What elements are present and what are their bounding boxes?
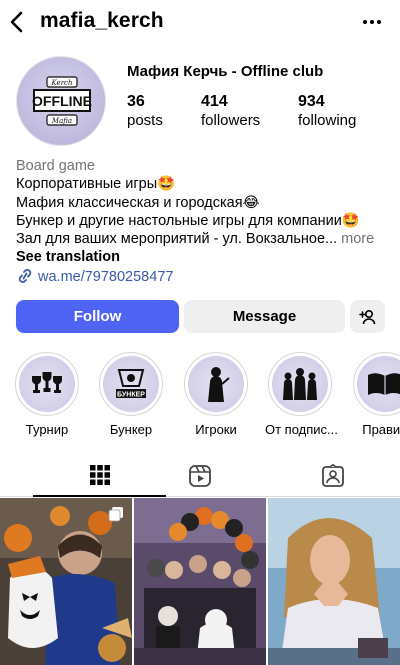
follow-button[interactable]: Follow [16, 300, 179, 333]
book-icon [368, 373, 400, 395]
highlight-item[interactable]: БУНКЕР Бункер [96, 352, 166, 437]
post-photo [268, 498, 400, 665]
stat-posts-value: 36 [127, 93, 145, 110]
post-thumbnail[interactable] [134, 498, 266, 665]
highlight-label: Бункер [109, 422, 153, 437]
more-options-icon[interactable] [360, 10, 384, 34]
bunker-logo-icon: БУНКЕР [116, 369, 146, 399]
trophies-icon [32, 372, 62, 393]
stat-posts-label: posts [127, 112, 163, 129]
bio-line: Мафия классическая и городская😂 [16, 194, 260, 211]
add-person-icon [358, 309, 375, 324]
bio-line: Зал для ваших мероприятий - ул. Вокзальн… [16, 231, 338, 248]
highlight-label: Игроки [195, 422, 237, 437]
bio-category: Board game [16, 158, 95, 174]
profile-tabs [0, 455, 400, 497]
highlight-item[interactable]: От подпис... [265, 352, 338, 437]
posts-grid [0, 498, 400, 665]
bio-link-text: wa.me/79780258477 [38, 268, 174, 285]
stat-following-label: following [298, 112, 357, 129]
highlight-label: От подпис... [265, 422, 338, 437]
player-icon [208, 367, 230, 402]
offline-club-logo: Kerch OFFLINE Mafia [32, 76, 92, 126]
bio-line: Корпоративные игры🤩 [16, 176, 176, 193]
suggested-accounts-button[interactable] [350, 300, 385, 333]
profile-display-name: Мафия Керчь - Offline club [127, 63, 324, 80]
tab-reels[interactable] [133, 455, 266, 497]
back-arrow-icon[interactable] [6, 9, 28, 35]
stat-followers-value: 414 [201, 93, 228, 110]
post-photo [0, 498, 132, 665]
stat-following-value: 934 [298, 93, 325, 110]
people-group-icon [283, 368, 317, 400]
post-thumbnail[interactable] [268, 498, 400, 665]
stat-followers-label: followers [201, 112, 261, 129]
avatar-logo-top: Kerch [51, 79, 73, 87]
bio-line-truncated: Зал для ваших мероприятий - ул. Вокзальн… [16, 230, 388, 248]
message-button[interactable]: Message [184, 300, 345, 333]
stat-following[interactable]: 934 following [298, 92, 356, 130]
bio-line: Бункер и другие настольные игры для комп… [16, 212, 360, 229]
carousel-icon [108, 507, 123, 522]
highlight-logo-text: БУНКЕР [117, 392, 145, 399]
see-translation-link[interactable]: See translation [16, 248, 388, 266]
top-bar: mafia_kerch [0, 0, 400, 46]
post-photo [134, 498, 266, 665]
highlight-item[interactable]: Турнир [12, 352, 82, 437]
highlight-label: Турнир [25, 422, 69, 437]
profile-avatar[interactable]: Kerch OFFLINE Mafia [16, 56, 106, 146]
avatar-logo-text: OFFLINE [32, 93, 92, 109]
bio-more-link[interactable]: more [341, 231, 374, 247]
highlight-item[interactable]: Игроки [181, 352, 251, 437]
link-icon [18, 268, 32, 283]
story-highlights: Турнир БУНКЕР Бункер Игроки От подпис...… [0, 352, 400, 442]
highlight-label: Правил [362, 422, 400, 437]
stat-followers[interactable]: 414 followers [201, 92, 260, 130]
highlight-item[interactable]: Правил [350, 352, 400, 437]
post-thumbnail[interactable] [0, 498, 132, 665]
tab-tagged[interactable] [266, 455, 399, 497]
stat-posts[interactable]: 36 posts [127, 92, 163, 130]
posts-grid-icon [89, 465, 110, 485]
avatar-logo-bottom: Mafia [51, 117, 72, 125]
reels-icon [188, 465, 211, 487]
profile-username: mafia_kerch [40, 9, 164, 32]
profile-bio: Board game Корпоративные игры🤩 Мафия кла… [16, 157, 388, 286]
tagged-icon [321, 464, 344, 487]
bio-external-link[interactable]: wa.me/79780258477 [16, 268, 388, 286]
